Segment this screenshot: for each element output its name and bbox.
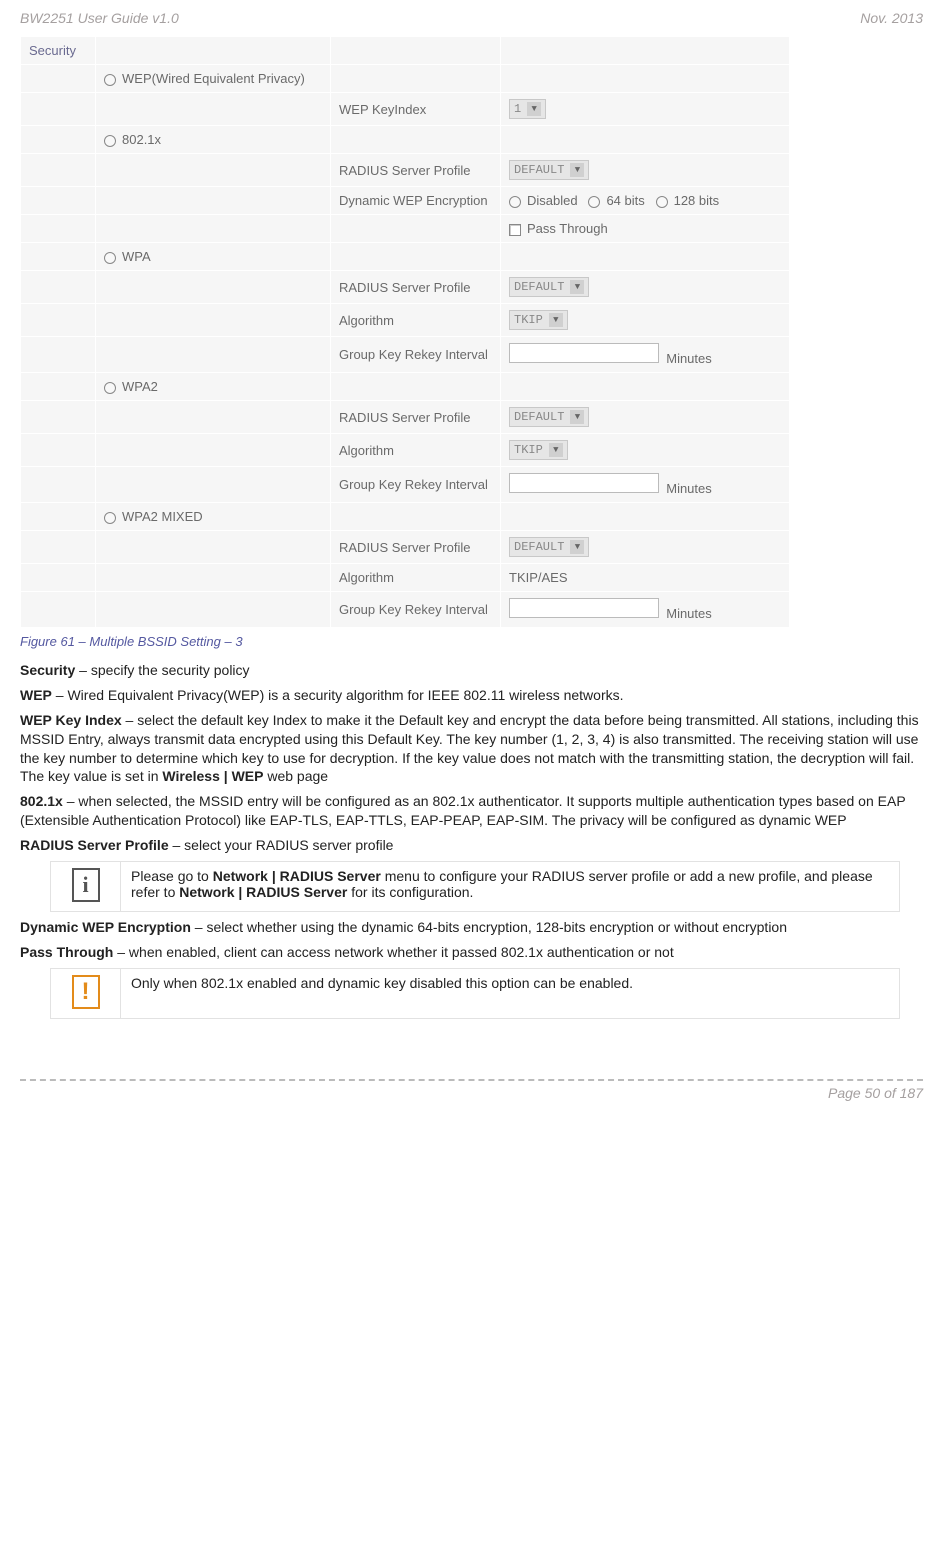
wep-option[interactable]: WEP(Wired Equivalent Privacy) (96, 65, 331, 93)
chevron-down-icon: ▼ (549, 443, 563, 457)
doc-title: BW2251 User Guide v1.0 (20, 10, 179, 26)
radius-profile-label: RADIUS Server Profile (331, 401, 501, 434)
chevron-down-icon: ▼ (570, 540, 584, 554)
algorithm-label: Algorithm (331, 434, 501, 467)
info-icon (72, 868, 100, 902)
radio-icon (104, 382, 116, 394)
pass-through-option[interactable]: Pass Through (501, 215, 790, 243)
algorithm-select-1[interactable]: TKIP▼ (509, 310, 568, 330)
radio-icon[interactable] (656, 196, 668, 208)
warn-note-text: Only when 802.1x enabled and dynamic key… (121, 968, 900, 1018)
radio-icon[interactable] (588, 196, 600, 208)
dynamic-wep-label: Dynamic WEP Encryption (331, 187, 501, 215)
algorithm-label: Algorithm (331, 304, 501, 337)
radius-profile-label: RADIUS Server Profile (331, 271, 501, 304)
passthrough-desc: Pass Through – when enabled, client can … (20, 943, 923, 962)
group-key-input-2[interactable] (509, 473, 659, 493)
radius-profile-select-3[interactable]: DEFAULT▼ (509, 407, 589, 427)
chevron-down-icon: ▼ (570, 410, 584, 424)
figure-caption: Figure 61 – Multiple BSSID Setting – 3 (20, 634, 923, 649)
8021x-desc: 802.1x – when selected, the MSSID entry … (20, 792, 923, 830)
group-key-input-3[interactable] (509, 598, 659, 618)
radio-icon (104, 252, 116, 264)
wpa2-option[interactable]: WPA2 (96, 373, 331, 401)
wpa2mixed-option[interactable]: WPA2 MIXED (96, 503, 331, 531)
page-footer: Page 50 of 187 (20, 1079, 923, 1101)
radius-profile-select-1[interactable]: DEFAULT▼ (509, 160, 589, 180)
wep-keyindex-select[interactable]: 1▼ (509, 99, 546, 119)
algorithm-select-2[interactable]: TKIP▼ (509, 440, 568, 460)
info-note-text: Please go to Network | RADIUS Server men… (121, 862, 900, 912)
radius-profile-label: RADIUS Server Profile (331, 531, 501, 564)
group-key-input-1[interactable] (509, 343, 659, 363)
chevron-down-icon: ▼ (549, 313, 563, 327)
group-key-label: Group Key Rekey Interval (331, 467, 501, 503)
radio-icon (104, 135, 116, 147)
radio-icon (104, 74, 116, 86)
security-config-table: Security WEP(Wired Equivalent Privacy) W… (20, 36, 790, 628)
radio-icon (104, 512, 116, 524)
algorithm-value: TKIP/AES (501, 564, 790, 592)
chevron-down-icon: ▼ (570, 163, 584, 177)
wepkeyindex-desc: WEP Key Index – select the default key I… (20, 711, 923, 787)
info-note: Please go to Network | RADIUS Server men… (50, 861, 900, 912)
algorithm-label: Algorithm (331, 564, 501, 592)
group-key-label: Group Key Rekey Interval (331, 337, 501, 373)
dynamic-wep-options: Disabled 64 bits 128 bits (501, 187, 790, 215)
doc-date: Nov. 2013 (860, 10, 923, 26)
chevron-down-icon: ▼ (527, 102, 541, 116)
radio-icon[interactable] (509, 196, 521, 208)
chevron-down-icon: ▼ (570, 280, 584, 294)
radius-desc: RADIUS Server Profile – select your RADI… (20, 836, 923, 855)
radius-profile-select-2[interactable]: DEFAULT▼ (509, 277, 589, 297)
security-intro: Security – specify the security policy (20, 661, 923, 680)
dynwep-desc: Dynamic WEP Encryption – select whether … (20, 918, 923, 937)
warn-note: Only when 802.1x enabled and dynamic key… (50, 968, 900, 1019)
8021x-option[interactable]: 802.1x (96, 126, 331, 154)
group-key-label: Group Key Rekey Interval (331, 592, 501, 628)
checkbox-icon (509, 224, 521, 236)
wpa-option[interactable]: WPA (96, 243, 331, 271)
radius-profile-label: RADIUS Server Profile (331, 154, 501, 187)
wep-desc: WEP – Wired Equivalent Privacy(WEP) is a… (20, 686, 923, 705)
wep-keyindex-label: WEP KeyIndex (331, 93, 501, 126)
radius-profile-select-4[interactable]: DEFAULT▼ (509, 537, 589, 557)
warning-icon (72, 975, 100, 1009)
page-header: BW2251 User Guide v1.0 Nov. 2013 (20, 10, 923, 26)
security-row-label: Security (21, 37, 96, 65)
